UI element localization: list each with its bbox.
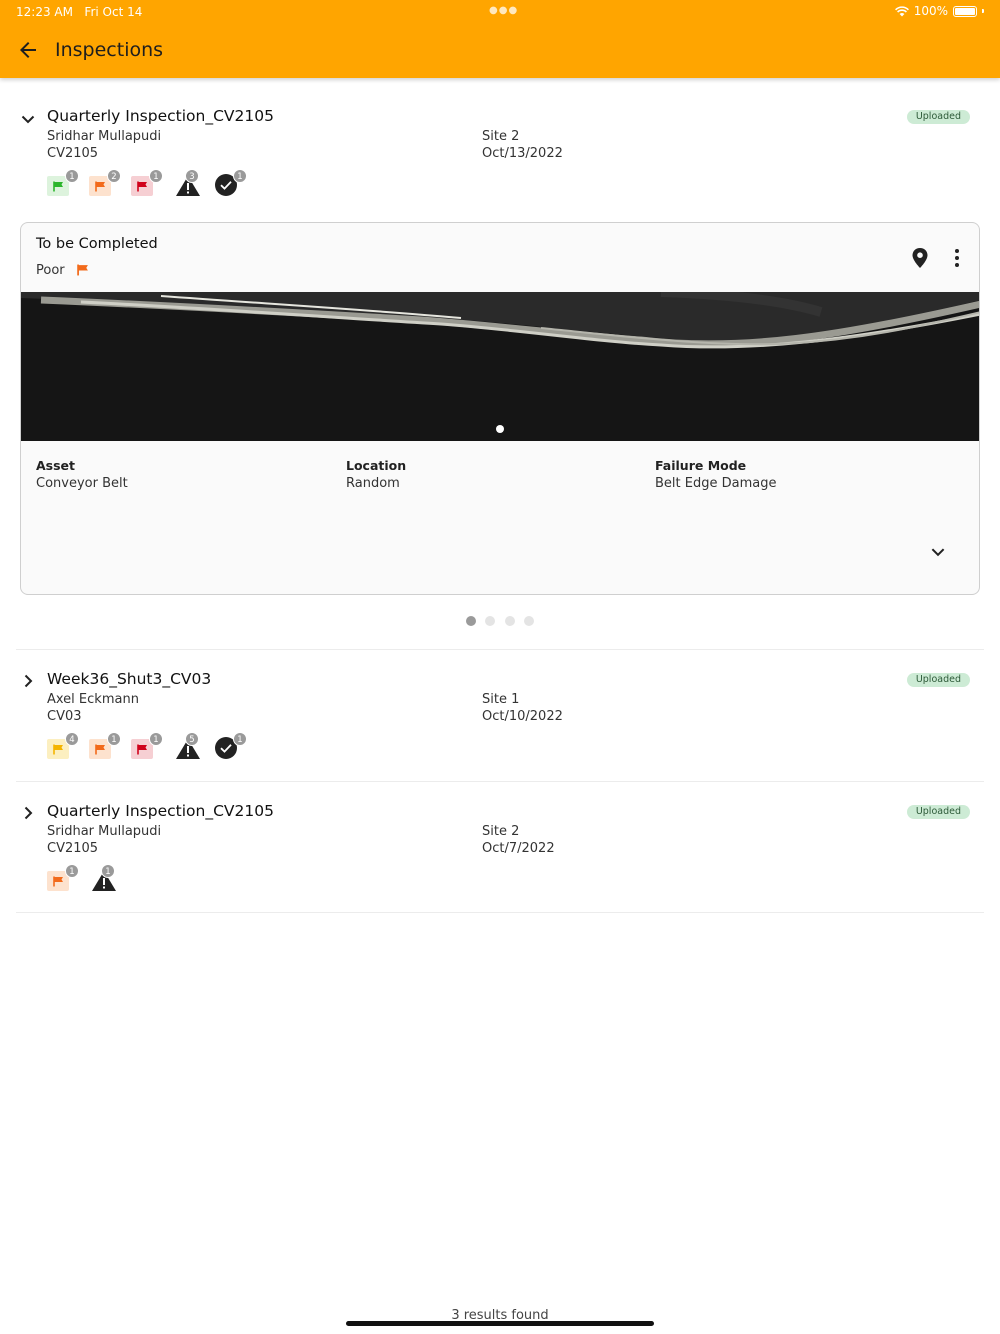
inspection-title: Quarterly Inspection_CV2105 bbox=[47, 107, 274, 125]
location-value: Random bbox=[346, 476, 400, 491]
status-badge: Uploaded bbox=[906, 110, 970, 124]
count-badge: 1 bbox=[65, 169, 79, 183]
site-name: Site 1 bbox=[482, 692, 520, 707]
asset-label: Asset bbox=[36, 458, 76, 473]
site-name: Site 2 bbox=[482, 129, 520, 144]
card-pager-dot-2[interactable] bbox=[485, 616, 495, 626]
inspection-date: Oct/13/2022 bbox=[482, 146, 563, 161]
status-time: 12:23 AM Fri Oct 14 bbox=[16, 5, 142, 19]
inspection-item[interactable]: Week36_Shut3_CV03 Axel Eckmann CV03 Site… bbox=[16, 667, 984, 767]
finding-card[interactable]: To be Completed Poor Asset Conveyor Belt… bbox=[20, 222, 980, 595]
back-arrow-icon[interactable] bbox=[16, 38, 40, 62]
status-badge: Uploaded bbox=[906, 673, 970, 687]
chevron-down-icon[interactable] bbox=[929, 543, 947, 561]
chevron-right-icon[interactable] bbox=[20, 805, 36, 821]
count-badge: 2 bbox=[107, 169, 121, 183]
inspection-item[interactable]: Quarterly Inspection_CV2105 Sridhar Mull… bbox=[16, 799, 984, 899]
orange-flag-icon bbox=[77, 264, 88, 276]
more-vert-icon[interactable] bbox=[949, 247, 965, 269]
count-badge: 1 bbox=[233, 169, 247, 183]
asset-value: Conveyor Belt bbox=[36, 476, 128, 491]
warning-count: 1 bbox=[91, 864, 117, 891]
location-pin-icon[interactable] bbox=[911, 247, 929, 269]
finding-condition: Poor bbox=[36, 263, 65, 278]
finding-status: To be Completed bbox=[36, 236, 158, 252]
yellow-flag-count: 4 bbox=[47, 732, 79, 759]
warning-count: 5 bbox=[175, 732, 201, 759]
red-flag-count: 1 bbox=[131, 169, 163, 196]
orange-flag-count: 1 bbox=[89, 732, 121, 759]
orange-flag-icon bbox=[95, 744, 105, 755]
failure-mode-value: Belt Edge Damage bbox=[655, 476, 777, 491]
card-pager-dot-4[interactable] bbox=[524, 616, 534, 626]
battery-text: 100% bbox=[913, 4, 948, 18]
count-badge: 1 bbox=[233, 732, 247, 746]
battery-tip bbox=[982, 9, 984, 13]
inspection-title: Quarterly Inspection_CV2105 bbox=[47, 802, 274, 820]
asset-code: CV2105 bbox=[47, 146, 99, 161]
card-pager-dot-1[interactable] bbox=[466, 616, 476, 626]
red-flag-icon bbox=[137, 744, 147, 755]
green-flag-icon bbox=[53, 181, 63, 192]
warning-count: 3 bbox=[175, 169, 201, 196]
time-text: 12:23 AM bbox=[16, 5, 73, 19]
chevron-right-icon[interactable] bbox=[20, 673, 36, 689]
card-pager-dot-3[interactable] bbox=[505, 616, 515, 626]
green-flag-count: 1 bbox=[47, 169, 79, 196]
inspection-item[interactable]: Quarterly Inspection_CV2105 Sridhar Mull… bbox=[16, 104, 984, 204]
photo-page-dot[interactable] bbox=[496, 425, 504, 433]
inspector-name: Sridhar Mullapudi bbox=[47, 824, 162, 839]
site-name: Site 2 bbox=[482, 824, 520, 839]
count-badge: 4 bbox=[65, 732, 79, 746]
belt-damage-image bbox=[21, 292, 979, 441]
date-text: Fri Oct 14 bbox=[84, 5, 143, 19]
inspector-name: Sridhar Mullapudi bbox=[47, 129, 162, 144]
inspection-title: Week36_Shut3_CV03 bbox=[47, 670, 212, 688]
yellow-flag-icon bbox=[53, 744, 63, 755]
orange-flag-icon bbox=[95, 181, 105, 192]
count-badge: 5 bbox=[185, 732, 199, 746]
failure-mode-label: Failure Mode bbox=[655, 458, 747, 473]
orange-flag-count: 1 bbox=[47, 864, 79, 891]
inspection-date: Oct/7/2022 bbox=[482, 841, 555, 856]
inspector-name: Axel Eckmann bbox=[47, 692, 139, 707]
status-right: 100% bbox=[894, 4, 984, 18]
red-flag-count: 1 bbox=[131, 732, 163, 759]
count-badge: 1 bbox=[101, 864, 115, 878]
location-label: Location bbox=[346, 458, 407, 473]
divider bbox=[16, 912, 984, 913]
home-indicator[interactable] bbox=[346, 1321, 654, 1326]
count-badge: 1 bbox=[149, 732, 163, 746]
inspection-date: Oct/10/2022 bbox=[482, 709, 563, 724]
orange-flag-count: 2 bbox=[89, 169, 121, 196]
divider bbox=[16, 781, 984, 782]
orange-flag-icon bbox=[53, 876, 63, 887]
status-bar: 12:23 AM Fri Oct 14 ●●● 100% bbox=[0, 0, 1000, 24]
completed-count: 1 bbox=[215, 732, 247, 759]
count-badge: 1 bbox=[107, 732, 121, 746]
asset-code: CV03 bbox=[47, 709, 82, 724]
count-badge: 1 bbox=[65, 864, 79, 878]
divider bbox=[16, 649, 984, 650]
app-bar: 12:23 AM Fri Oct 14 ●●● 100% Inspections bbox=[0, 0, 1000, 78]
finding-photo[interactable] bbox=[21, 292, 979, 441]
status-badge: Uploaded bbox=[906, 805, 970, 819]
chevron-down-icon[interactable] bbox=[20, 111, 36, 127]
page-title: Inspections bbox=[55, 39, 164, 61]
multitasking-dots-icon[interactable]: ●●● bbox=[489, 5, 518, 16]
count-badge: 3 bbox=[185, 169, 199, 183]
wifi-icon bbox=[894, 5, 909, 16]
count-badge: 1 bbox=[149, 169, 163, 183]
red-flag-icon bbox=[137, 181, 147, 192]
completed-count: 1 bbox=[215, 169, 247, 196]
battery-icon bbox=[953, 5, 977, 17]
asset-code: CV2105 bbox=[47, 841, 99, 856]
